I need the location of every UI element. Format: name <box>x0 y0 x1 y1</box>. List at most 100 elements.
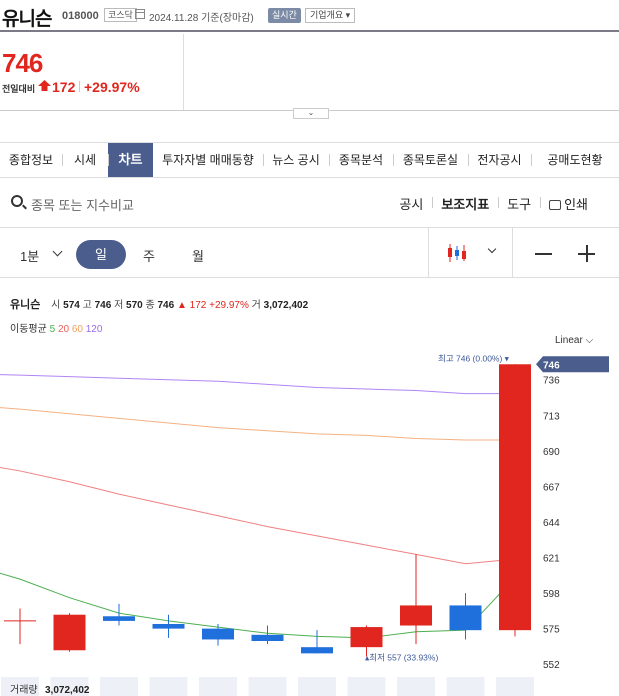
volume-bar <box>248 677 287 696</box>
ma-line-20 <box>0 466 516 565</box>
y-tick-label: 736 <box>543 376 560 387</box>
change-summary: ▲ 172 +29.97% <box>176 300 249 311</box>
candle-body <box>449 605 482 631</box>
high-label: 고 <box>82 300 92 311</box>
candle-body <box>251 634 284 641</box>
zoom-in-button[interactable] <box>578 247 595 260</box>
divider <box>428 228 429 278</box>
tab-chart[interactable]: 차트 <box>108 143 153 177</box>
tab-short-selling[interactable]: 공매도현황 <box>531 143 619 177</box>
company-info-button[interactable]: 기업개요 ▾ <box>305 8 356 23</box>
volume-short-value: 3,072,402 <box>263 300 309 311</box>
volume-short-label: 거 <box>251 300 261 311</box>
volume-bar <box>397 677 435 696</box>
candle-body <box>103 616 135 621</box>
disclosure-button[interactable]: 공시 <box>390 194 432 213</box>
close-label: 종 <box>145 300 155 311</box>
search-icon[interactable] <box>11 195 23 207</box>
tab-disclosure[interactable]: 전자공시 <box>468 143 531 177</box>
moving-average-legend: 이동평균 5 20 60 120 <box>10 320 102 335</box>
expand-toggle-button[interactable]: ⌄ <box>293 108 329 119</box>
ma-line-120 <box>0 374 515 395</box>
ohlc-summary: 유니슨 시 574 고 746 저 570 종 746 ▲ 172 +29.97… <box>10 296 308 312</box>
compare-search-input[interactable]: 종목 또는 지수비교 <box>31 195 134 214</box>
candle-body <box>499 364 531 631</box>
close-value: 746 <box>157 300 175 311</box>
stock-code: 018000 <box>62 10 99 22</box>
period-week-button[interactable]: 주 <box>143 246 155 265</box>
zoom-out-button[interactable] <box>535 253 552 255</box>
period-month-button[interactable]: 월 <box>192 246 204 265</box>
print-button[interactable]: 인쇄 <box>540 194 597 213</box>
y-tick-label: 598 <box>543 589 560 600</box>
period-day-button[interactable]: 일 <box>76 240 126 269</box>
volume-label: 거래량 <box>10 684 38 696</box>
current-price: 746 <box>2 48 43 78</box>
low-annotation: ▴최저 557 (33.93%) <box>365 652 438 662</box>
change-value: 172 <box>52 79 76 95</box>
tab-analysis[interactable]: 종목분석 <box>329 143 393 177</box>
tab-investor-trading[interactable]: 투자자별 매매동향 <box>153 143 263 177</box>
ma60-label[interactable]: 60 <box>72 324 83 335</box>
toolbar-actions: 공시 보조지표 도구 인쇄 <box>390 194 597 213</box>
print-label: 인쇄 <box>564 197 588 212</box>
y-tick-label: 690 <box>543 447 560 458</box>
tab-quotes[interactable]: 시세 <box>62 143 108 177</box>
chart-toolbar: 종목 또는 지수비교 공시 보조지표 도구 인쇄 <box>0 178 619 228</box>
candle-body <box>350 627 383 648</box>
high-annotation: 최고 746 (0.00%) ▾ <box>438 353 510 363</box>
ma20-label[interactable]: 20 <box>58 324 69 335</box>
tab-news[interactable]: 뉴스 공시 <box>263 143 329 177</box>
calendar-icon <box>135 9 145 19</box>
volume-bar <box>446 677 485 696</box>
main-tabs: 종합정보 시세 차트 투자자별 매매동향 뉴스 공시 종목분석 종목토론실 전자… <box>0 142 619 178</box>
ma5-label[interactable]: 5 <box>50 324 56 335</box>
divider <box>512 228 513 278</box>
volume-bar <box>149 677 188 696</box>
candle-body <box>53 614 86 651</box>
y-tick-label: 713 <box>543 411 560 422</box>
chevron-down-icon[interactable] <box>52 246 63 257</box>
change-percent: +29.97% <box>84 79 140 95</box>
high-value: 746 <box>94 300 112 311</box>
volume-bar <box>199 677 237 696</box>
volume-bar <box>100 677 138 696</box>
change-label: 전일대비 <box>2 84 36 94</box>
stock-header: 유니슨 018000 코스닥 2024.11.28 기준(장마감) 실시간 기업… <box>0 0 619 32</box>
volume-bar <box>496 677 534 696</box>
period-selector: 1분 일 주 월 <box>0 228 619 278</box>
low-label: 저 <box>114 300 124 311</box>
price-summary: 746 전일대비 172 +29.97% <box>0 34 184 110</box>
tab-overview[interactable]: 종합정보 <box>0 143 62 177</box>
open-label: 시 <box>51 300 61 311</box>
y-tick-label: 575 <box>543 625 560 636</box>
divider <box>79 81 80 92</box>
volume-bar <box>298 677 336 696</box>
open-value: 574 <box>63 300 80 311</box>
printer-icon <box>549 200 562 210</box>
market-badge: 코스닥 <box>104 8 137 22</box>
chart-stock-name: 유니슨 <box>10 299 41 311</box>
chevron-down-icon[interactable] <box>487 244 497 254</box>
volume-value: 3,072,402 <box>45 685 90 696</box>
price-chart[interactable]: 736 713 690 667 644 621 598 575 552 746 최고 746 (0.… <box>0 345 619 696</box>
up-arrow-icon <box>38 80 51 91</box>
candle-body <box>152 623 185 629</box>
volume-bar <box>347 677 386 696</box>
reference-date: 2024.11.28 기준(장마감) <box>149 13 254 24</box>
ma-line-60 <box>0 407 515 441</box>
drawing-tools-button[interactable]: 도구 <box>498 194 540 213</box>
y-tick-label: 621 <box>543 554 560 565</box>
stock-name: 유니슨 <box>2 9 52 30</box>
candle-body <box>202 628 234 640</box>
candlestick-chart-icon[interactable] <box>446 242 468 264</box>
y-tick-label: 552 <box>543 660 560 671</box>
ma120-label[interactable]: 120 <box>86 324 103 335</box>
realtime-button[interactable]: 실시간 <box>268 8 301 23</box>
candle-body <box>301 647 333 654</box>
minute-period-dropdown[interactable]: 1분 <box>20 246 39 265</box>
indicator-button[interactable]: 보조지표 <box>432 194 498 213</box>
ma-label: 이동평균 <box>10 324 47 335</box>
tab-discussion[interactable]: 종목토론실 <box>393 143 468 177</box>
y-tick-label: 667 <box>543 482 560 493</box>
